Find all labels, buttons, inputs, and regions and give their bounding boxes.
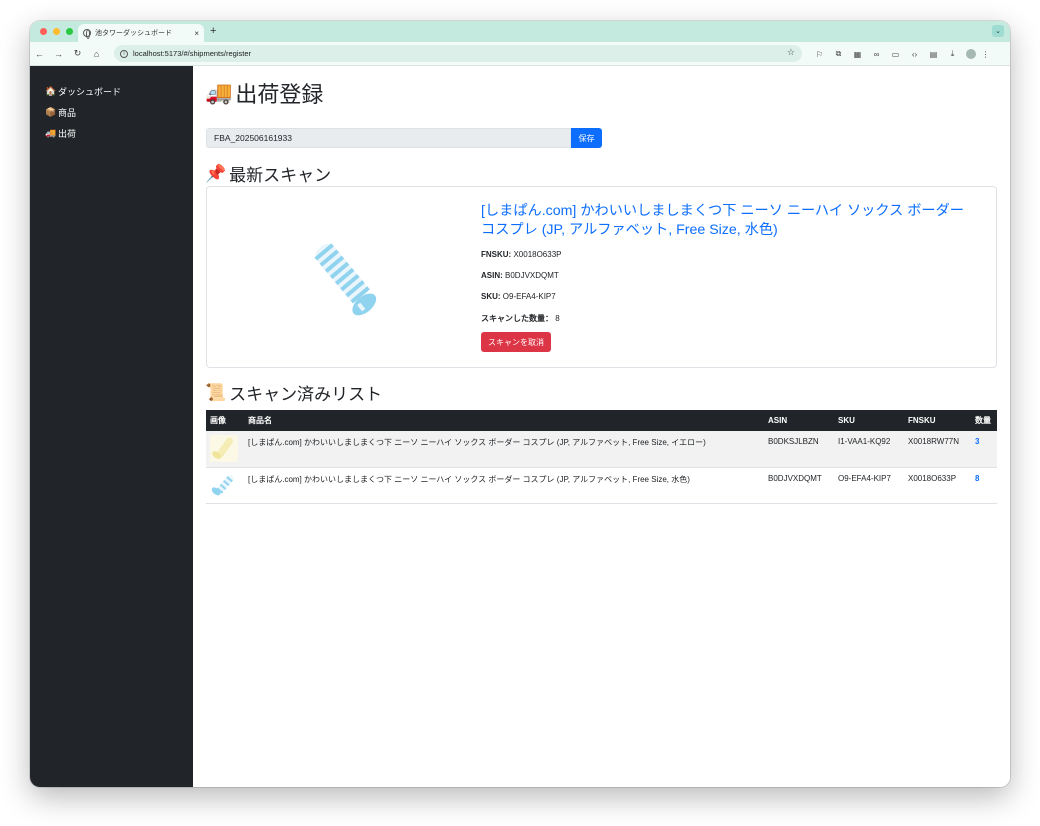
house-icon: 🏠 [45,86,57,96]
desktop: 池タワーダッシュボード × + ⌄ ← → ↻ ⌂ i localhost:51… [0,0,1040,826]
main-content: 🚚 出荷登録 保存 📌 最新スキャン [193,66,1010,787]
sku-label: SKU: [481,292,501,301]
product-title-link[interactable]: [しまぱん.com] かわいいしましまくつ下 ニーソ ニーハイ ソックス ボーダ… [481,202,981,240]
row-name-cell: [しまぱん.com] かわいいしましまくつ下 ニーソ ニーハイ ソックス ボーダ… [244,431,764,468]
sidebar: 🏠 ダッシュボード 📦 商品 🚚 出荷 [30,66,193,787]
scanned-list-heading: 📜 スキャン済みリスト [205,380,382,405]
fnsku-value: X0018O633P [513,250,562,259]
sidebar-item-dashboard[interactable]: 🏠 ダッシュボード [30,81,193,102]
browser-window: 池タワーダッシュボード × + ⌄ ← → ↻ ⌂ i localhost:51… [30,21,1010,787]
url-text: localhost:5173/#/shipments/register [133,49,251,58]
sidebar-item-label: 出荷 [58,129,77,139]
row-asin-cell: B0DJVXDQMT [764,467,834,504]
truck-icon: 🚚 [205,80,233,105]
scanned-qty-row: スキャンした数量： 8 [481,313,981,326]
asin-row: ASIN: B0DJVXDQMT [481,271,981,284]
sidebar-item-products[interactable]: 📦 商品 [30,102,193,123]
pushpin-icon: 📌 [205,163,227,183]
latest-scan-details: [しまぱん.com] かわいいしましまくつ下 ニーソ ニーハイ ソックス ボーダ… [481,202,981,352]
row-name-cell: [しまぱん.com] かわいいしましまくつ下 ニーソ ニーハイ ソックス ボーダ… [244,467,764,504]
row-quantity-cell[interactable]: 3 [971,431,997,468]
sidebar-item-label: ダッシュボード [58,87,122,97]
latest-scan-heading-text: 最新スキャン [229,166,332,185]
product-thumbnail [211,474,234,495]
browser-toolbar: ← → ↻ ⌂ i localhost:5173/#/shipments/reg… [30,42,1010,66]
scanned-list-heading-text: スキャン済みリスト [229,385,383,404]
table-row[interactable]: [しまぱん.com] かわいいしましまくつ下 ニーソ ニーハイ ソックス ボーダ… [206,467,997,504]
download-icon[interactable]: ⤓ [943,46,962,62]
reload-icon[interactable]: ↻ [68,48,87,59]
bookmark-star-icon[interactable]: ☆ [787,47,795,58]
shipment-name-input[interactable] [206,128,571,148]
minimize-window-button[interactable] [53,28,60,35]
fnsku-row: FNSKU: X0018O633P [481,250,981,263]
qr-code-icon[interactable]: ▦ [848,46,867,62]
sku-value: O9-EFA4-KIP7 [502,292,556,301]
column-header-fnsku: FNSKU [908,416,936,425]
fnsku-label: FNSKU: [481,250,512,259]
back-icon[interactable]: ← [30,49,49,59]
new-tab-button[interactable]: + [210,25,216,37]
latest-scan-heading: 📌 最新スキャン [205,161,331,186]
window-controls [40,28,73,35]
page-title-text: 出荷登録 [235,82,324,107]
sku-row: SKU: O9-EFA4-KIP7 [481,292,981,305]
sidebar-item-shipments[interactable]: 🚚 出荷 [30,123,193,144]
zoom-window-button[interactable] [66,28,73,35]
package-icon: 📦 [45,107,57,117]
globe-icon [83,29,91,39]
sidebar-item-label: 商品 [58,108,77,118]
tab-title: 池タワーダッシュボード [95,30,172,37]
tab-search-button[interactable]: ⌄ [992,25,1004,37]
scanned-qty-label: スキャンした数量： [481,314,553,323]
translate-icon[interactable]: ⧉ [829,46,848,62]
column-header-sku: SKU [838,416,855,425]
forward-icon[interactable]: → [49,49,68,59]
side-panel-icon[interactable]: ▤ [924,46,943,62]
row-image-cell [206,467,244,504]
menu-kebab-icon[interactable]: ⋮ [976,46,995,62]
site-info-icon[interactable]: i [120,49,128,58]
asin-label: ASIN: [481,271,503,280]
row-quantity-cell[interactable]: 8 [971,467,997,504]
row-sku-cell: O9-EFA4-KIP7 [834,467,904,504]
table-header-row: 画像 商品名 ASIN SKU FNSKU 数量 [206,410,997,431]
browser-tab[interactable]: 池タワーダッシュボード × [78,24,204,42]
truck-icon: 🚚 [45,128,57,138]
link-icon[interactable]: ∞ [867,46,886,62]
asin-value: B0DJVXDQMT [505,271,559,280]
tab-strip: 池タワーダッシュボード × + ⌄ [30,21,1010,42]
save-button[interactable]: 保存 [571,128,602,148]
address-bar[interactable]: i localhost:5173/#/shipments/register ☆ [114,45,802,62]
shipment-form: 保存 [206,128,602,148]
row-fnsku-cell: X0018RW77N [904,431,971,468]
latest-scan-card: [しまぱん.com] かわいいしましまくつ下 ニーソ ニーハイ ソックス ボーダ… [206,186,997,368]
tab-close-button[interactable]: × [194,29,199,38]
toolbar-icons: ⚐ ⧉ ▦ ∞ ▭ ‹› ▤ ⤓ ⋮ [810,46,995,62]
column-header-name: 商品名 [248,416,272,425]
page-title: 🚚 出荷登録 [205,77,323,109]
table-row[interactable]: [しまぱん.com] かわいいしましまくつ下 ニーソ ニーハイ ソックス ボーダ… [206,431,997,468]
column-header-image: 画像 [210,416,226,425]
scanned-qty-value: 8 [555,314,560,323]
extension-icon[interactable]: ⚐ [810,46,829,62]
profile-avatar[interactable] [966,49,976,59]
row-fnsku-cell: X0018O633P [904,467,971,504]
code-icon[interactable]: ‹› [905,46,924,62]
scroll-icon: 📜 [205,382,227,402]
product-image [314,243,377,316]
home-icon[interactable]: ⌂ [87,49,106,59]
close-window-button[interactable] [40,28,47,35]
row-sku-cell: I1-VAA1-KQ92 [834,431,904,468]
cast-icon[interactable]: ▭ [886,46,905,62]
row-image-cell [206,431,244,468]
column-header-asin: ASIN [768,416,788,425]
cancel-scan-button[interactable]: スキャンを取消 [481,332,551,352]
scanned-items-table: 画像 商品名 ASIN SKU FNSKU 数量 [しまぱん.com] かわいい… [206,410,997,504]
product-thumbnail [210,435,238,462]
column-header-quantity: 数量 [975,416,991,425]
row-asin-cell: B0DKSJLBZN [764,431,834,468]
